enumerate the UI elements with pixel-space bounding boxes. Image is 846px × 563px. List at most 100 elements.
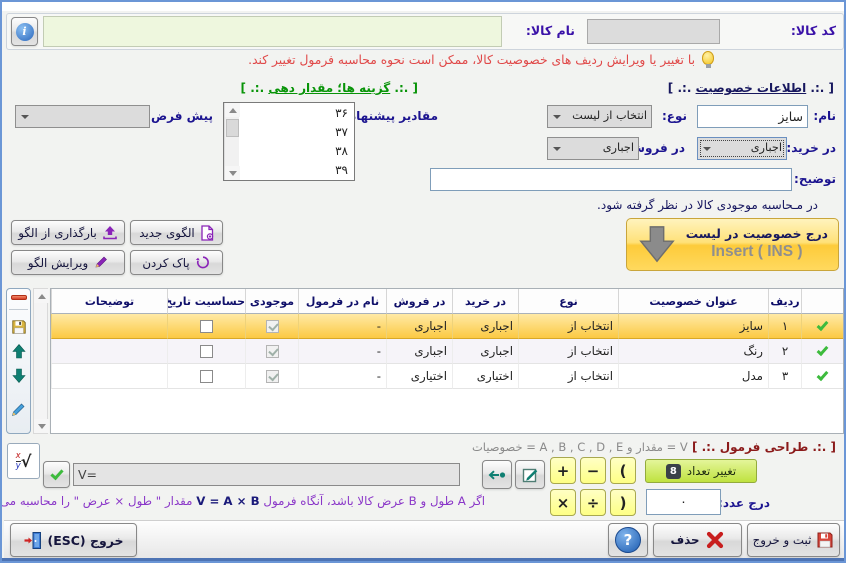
- multiply-button[interactable]: ×: [550, 489, 576, 516]
- help-button[interactable]: ?: [608, 523, 648, 557]
- col-check: [801, 289, 843, 314]
- delete-button[interactable]: حذف: [653, 523, 742, 557]
- description-label: توضیح:: [794, 172, 836, 186]
- table-scrollbar[interactable]: [33, 288, 48, 434]
- upload-icon: [102, 225, 118, 240]
- type-select[interactable]: انتخاب از لیست: [547, 105, 652, 128]
- col-sale[interactable]: در فروش: [386, 289, 452, 314]
- edit-template-button[interactable]: ویرایش الگو: [11, 250, 125, 275]
- col-type[interactable]: نوع: [518, 289, 618, 314]
- exit-button[interactable]: خروج (ESC): [10, 523, 137, 557]
- new-template-button[interactable]: الگوی جدید: [130, 220, 223, 245]
- change-count-button[interactable]: تغییر تعداد 8: [645, 459, 757, 483]
- name-input[interactable]: سایز: [697, 105, 808, 128]
- chevron-down-icon: [553, 115, 561, 119]
- divider: [9, 309, 28, 310]
- col-notes[interactable]: توضیحات: [51, 289, 167, 314]
- section-title-pre: [ .:.: [806, 81, 834, 95]
- col-purchase[interactable]: در خرید: [452, 289, 518, 314]
- col-row[interactable]: ردیف: [768, 289, 801, 314]
- sale-select[interactable]: اجباری: [547, 137, 639, 160]
- list-item[interactable]: ۳۷: [241, 123, 354, 142]
- default-value-select[interactable]: [15, 105, 150, 128]
- clear-button-label: پاک کردن: [142, 256, 189, 270]
- row-purchase: اجباری: [452, 314, 518, 339]
- hint-formula: V = A × B: [196, 494, 259, 508]
- type-label: نوع:: [662, 109, 687, 123]
- row-title: رنگ: [618, 339, 768, 364]
- hint-part1: اگر A طول و B عرض کالا باشد، آنگاه فرمول: [263, 494, 485, 508]
- section-title-post: .:. ]: [668, 81, 696, 95]
- formula-functions-button[interactable]: √xy: [7, 443, 40, 479]
- insert-number-input[interactable]: ۰: [646, 489, 721, 515]
- section-title-text: اطلاعات خصوصیت: [696, 81, 807, 95]
- default-value-label: پیش فرض:: [146, 109, 213, 123]
- row-number: ۳: [768, 364, 801, 389]
- product-name-field[interactable]: [43, 16, 502, 47]
- date-sensitive-checkbox[interactable]: [200, 320, 213, 333]
- col-date-sensitive[interactable]: حساسیت تاریخ: [167, 289, 245, 314]
- save-icon[interactable]: [11, 319, 27, 335]
- list-item[interactable]: ۳۶: [241, 104, 354, 123]
- row-ok-icon: [817, 368, 829, 380]
- stock-checkbox: [266, 345, 279, 358]
- date-sensitive-checkbox[interactable]: [200, 370, 213, 383]
- table-row[interactable]: ۱ سایز انتخاب از اجباری اجباری -: [51, 314, 843, 339]
- listbox-scrollbar[interactable]: [224, 103, 239, 180]
- suggested-values-items: ۳۶ ۳۷ ۳۸ ۳۹: [241, 104, 354, 180]
- open-paren-button[interactable]: (: [610, 457, 636, 484]
- operator-keypad: + − ( × ÷ ): [550, 457, 636, 516]
- apply-formula-button[interactable]: [43, 461, 70, 488]
- plus-button[interactable]: +: [550, 457, 576, 484]
- pencil-icon: [93, 255, 108, 270]
- suggested-values-listbox[interactable]: ۳۶ ۳۷ ۳۸ ۳۹: [223, 102, 355, 181]
- col-formula-name[interactable]: نام در فرمول: [298, 289, 386, 314]
- formula-input[interactable]: V=: [73, 463, 460, 486]
- remove-row-icon[interactable]: [11, 295, 27, 300]
- formula-hint: اگر A طول و B عرض کالا باشد، آنگاه فرمول…: [0, 494, 485, 508]
- purchase-select[interactable]: اجباری: [697, 137, 787, 160]
- close-paren-button[interactable]: ): [610, 489, 636, 516]
- section-title-text: گزینه ها؛ مقدار دهی: [268, 81, 390, 95]
- row-notes: [51, 364, 167, 389]
- chevron-down-icon: [553, 147, 561, 151]
- edit-formula-button[interactable]: [515, 460, 545, 489]
- insert-property-button[interactable]: درج خصوصیت در لیست Insert ( INS ): [626, 218, 839, 271]
- info-button[interactable]: i: [11, 17, 38, 46]
- formula-section-title: [ .:. طراحی فرمول .:. ] V = مقدار و A , …: [472, 440, 836, 454]
- save-exit-button[interactable]: ثبت و خروج: [747, 523, 840, 557]
- move-down-icon[interactable]: [12, 368, 26, 383]
- scroll-down-icon[interactable]: [225, 166, 240, 180]
- backspace-formula-button[interactable]: [482, 460, 512, 489]
- description-input[interactable]: [430, 168, 792, 191]
- divide-button[interactable]: ÷: [580, 489, 606, 516]
- move-up-icon[interactable]: [12, 344, 26, 359]
- load-template-button[interactable]: بارگذاری از الگو: [11, 220, 125, 245]
- scroll-up-icon[interactable]: [225, 103, 240, 117]
- product-code-label: کد کالا:: [791, 23, 836, 38]
- scroll-down-icon[interactable]: [34, 419, 49, 433]
- list-item[interactable]: ۳۸: [241, 142, 354, 161]
- list-item[interactable]: ۳۹: [241, 161, 354, 180]
- row-sale: اجباری: [386, 314, 452, 339]
- table-row[interactable]: ۳ مدل انتخاب از اختیاری اختیاری -: [51, 364, 843, 389]
- purchase-label: در خرید:: [786, 141, 836, 155]
- edit-square-icon: [522, 467, 539, 483]
- minus-button[interactable]: −: [580, 457, 606, 484]
- row-sale: اجباری: [386, 339, 452, 364]
- name-label: نام:: [813, 109, 836, 123]
- stock-checkbox: [266, 370, 279, 383]
- col-stock[interactable]: موجودی: [245, 289, 298, 314]
- edit-row-icon[interactable]: [11, 402, 26, 417]
- scrollbar-thumb[interactable]: [226, 119, 239, 137]
- clear-button[interactable]: پاک کردن: [130, 250, 223, 275]
- date-sensitive-checkbox[interactable]: [200, 345, 213, 358]
- lightbulb-icon: [702, 51, 714, 65]
- col-title[interactable]: عنوان خصوصیت: [618, 289, 768, 314]
- purchase-select-value: اجباری: [751, 141, 782, 154]
- window-bottom-edge: [2, 558, 844, 561]
- question-icon: ?: [615, 527, 641, 553]
- table-side-toolbar: [6, 288, 31, 434]
- table-row[interactable]: ۲ رنگ انتخاب از اجباری اجباری -: [51, 339, 843, 364]
- scroll-up-icon[interactable]: [34, 289, 49, 303]
